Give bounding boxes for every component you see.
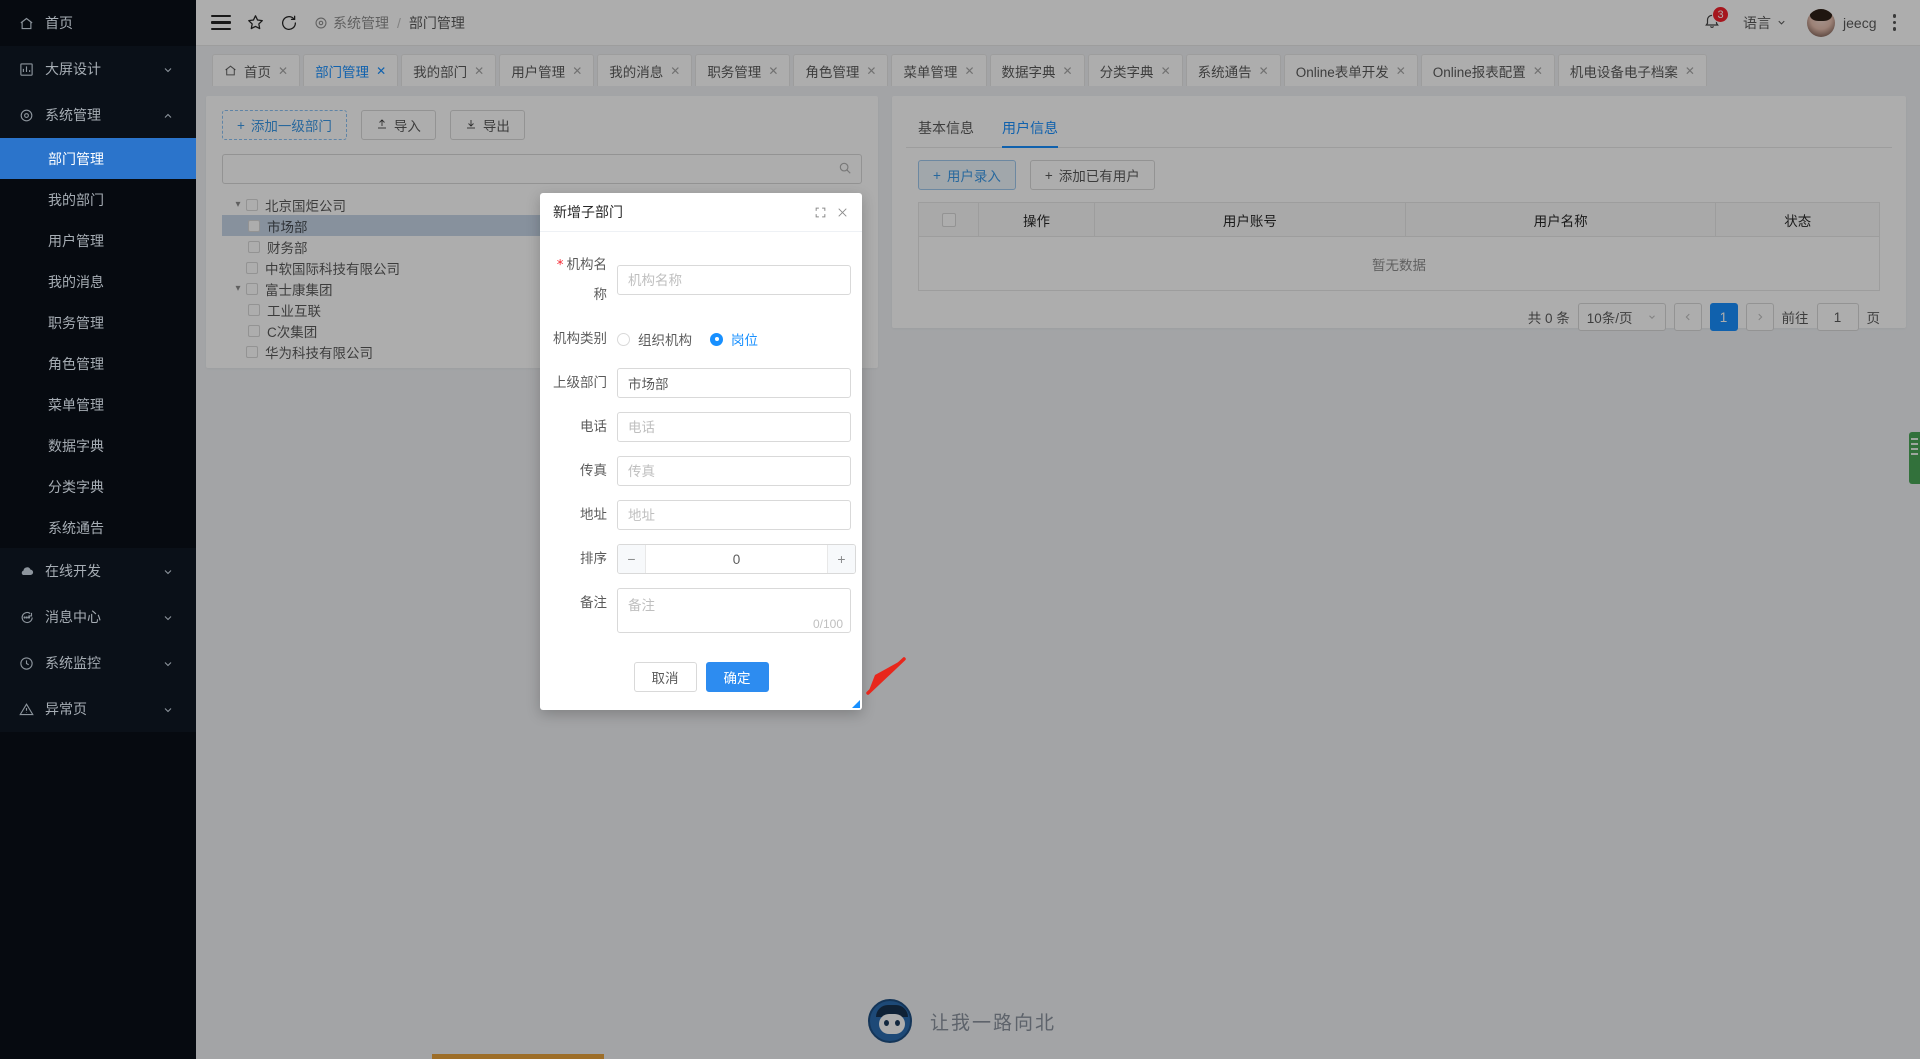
modal-header-actions — [814, 206, 849, 219]
radio-org-structure[interactable] — [617, 332, 630, 346]
sidebar-item-user-manage[interactable]: 用户管理 — [0, 220, 196, 261]
field-row-address: 地址 — [551, 500, 851, 530]
sort-value-input[interactable] — [646, 545, 827, 573]
confirm-button[interactable]: 确定 — [705, 662, 769, 692]
sidebar-item-role-manage[interactable]: 角色管理 — [0, 343, 196, 384]
chevron-down-icon — [162, 611, 174, 623]
modal-resize-handle[interactable] — [852, 700, 860, 708]
field-row-name: 机构名称 — [551, 250, 851, 310]
sidebar-sub-label: 用户管理 — [48, 232, 104, 249]
label-address: 地址 — [580, 507, 607, 522]
sidebar-item-label: 大屏设计 — [45, 61, 101, 77]
label-remark: 备注 — [580, 595, 607, 610]
sidebar-item-label: 异常页 — [45, 701, 87, 717]
sidebar-item-label: 系统监控 — [45, 655, 101, 671]
message-icon — [18, 609, 35, 626]
field-row-category: 机构类别 组织机构 岗位 — [551, 324, 851, 354]
stepper-decrement-button[interactable]: − — [618, 545, 646, 573]
gear-icon — [18, 107, 35, 124]
field-row-sort: 排序 − + — [551, 544, 856, 574]
field-row-fax: 传真 — [551, 456, 851, 486]
sidebar-sub-label: 分类字典 — [48, 478, 104, 495]
chevron-up-icon — [162, 109, 174, 121]
sidebar-item-home[interactable]: 首页 — [0, 0, 196, 46]
remark-char-counter: 0/100 — [812, 617, 843, 631]
modal-overlay[interactable] — [196, 0, 1920, 1059]
phone-input[interactable] — [617, 412, 851, 442]
sidebar-item-monitor[interactable]: 系统监控 — [0, 640, 196, 686]
radio-label-org-structure[interactable]: 组织机构 — [638, 329, 692, 349]
fax-input[interactable] — [617, 456, 851, 486]
radio-position[interactable] — [710, 332, 723, 346]
sidebar-item-error-page[interactable]: 异常页 — [0, 686, 196, 732]
home-icon — [18, 15, 35, 32]
sidebar-sub-label: 部门管理 — [48, 150, 104, 167]
field-row-parent: 上级部门 — [551, 368, 851, 398]
org-name-input[interactable] — [617, 265, 851, 295]
modal-header: 新增子部门 — [540, 193, 862, 232]
sidebar-item-system[interactable]: 系统管理 — [0, 92, 196, 138]
expand-icon[interactable] — [814, 206, 827, 219]
sidebar-item-label: 系统管理 — [45, 107, 101, 123]
sidebar-item-label: 在线开发 — [45, 563, 101, 579]
sidebar-item-category-dict[interactable]: 分类字典 — [0, 466, 196, 507]
label-org-name: 机构名称 — [551, 250, 617, 310]
sidebar-sub-label: 角色管理 — [48, 355, 104, 372]
sidebar-item-message-center[interactable]: 消息中心 — [0, 594, 196, 640]
sidebar-item-my-dept[interactable]: 我的部门 — [0, 179, 196, 220]
close-icon[interactable] — [836, 206, 849, 219]
sidebar-item-bigscreen[interactable]: 大屏设计 — [0, 46, 196, 92]
label-phone: 电话 — [580, 419, 607, 434]
sidebar-sub-label: 职务管理 — [48, 314, 104, 331]
chevron-down-icon — [162, 63, 174, 75]
field-row-phone: 电话 — [551, 412, 851, 442]
label-fax: 传真 — [580, 463, 607, 478]
sidebar-item-label: 消息中心 — [45, 609, 101, 625]
sidebar-item-online-dev[interactable]: 在线开发 — [0, 548, 196, 594]
modal-body: 机构名称 机构类别 组织机构 岗位 上级部门 — [540, 232, 862, 656]
field-row-remark: 备注 0/100 — [551, 588, 851, 636]
chart-icon — [18, 61, 35, 78]
chevron-down-icon — [162, 703, 174, 715]
sidebar-sub-label: 我的消息 — [48, 273, 104, 290]
address-input[interactable] — [617, 500, 851, 530]
sidebar-sub-label: 系统通告 — [48, 519, 104, 536]
org-category-radio-group: 组织机构 岗位 — [617, 324, 851, 354]
label-parent-dept: 上级部门 — [553, 375, 607, 390]
sidebar-item-notice[interactable]: 系统通告 — [0, 507, 196, 548]
sidebar-item-my-message[interactable]: 我的消息 — [0, 261, 196, 302]
stepper-increment-button[interactable]: + — [827, 545, 855, 573]
sidebar-item-dept-manage[interactable]: 部门管理 — [0, 138, 196, 179]
label-org-category: 机构类别 — [553, 331, 607, 346]
sidebar-item-data-dict[interactable]: 数据字典 — [0, 425, 196, 466]
warning-icon — [18, 701, 35, 718]
sidebar-sub-label: 菜单管理 — [48, 396, 104, 413]
sidebar-sub-label: 数据字典 — [48, 437, 104, 454]
sidebar-item-position-manage[interactable]: 职务管理 — [0, 302, 196, 343]
parent-dept-input[interactable] — [617, 368, 851, 398]
app-root: 首页 大屏设计 系统管理 部门管理 我的部门 用户管理 我的消息 职务管理 角色… — [0, 0, 1920, 1059]
radio-label-position[interactable]: 岗位 — [731, 329, 758, 349]
modal-footer: 取消 确定 — [540, 656, 862, 710]
cloud-icon — [18, 563, 35, 580]
modal-title: 新增子部门 — [553, 204, 623, 220]
sidebar-item-menu-manage[interactable]: 菜单管理 — [0, 384, 196, 425]
monitor-icon — [18, 655, 35, 672]
add-sub-department-modal: 新增子部门 机构名称 机构类别 组织机构 — [540, 193, 862, 710]
sort-stepper: − + — [617, 544, 856, 574]
cancel-button[interactable]: 取消 — [633, 662, 697, 692]
sidebar-item-label: 首页 — [45, 15, 73, 31]
label-sort: 排序 — [580, 551, 607, 566]
chevron-down-icon — [162, 565, 174, 577]
chevron-down-icon — [162, 657, 174, 669]
sidebar-sub-label: 我的部门 — [48, 191, 104, 208]
sidebar: 首页 大屏设计 系统管理 部门管理 我的部门 用户管理 我的消息 职务管理 角色… — [0, 0, 196, 1059]
